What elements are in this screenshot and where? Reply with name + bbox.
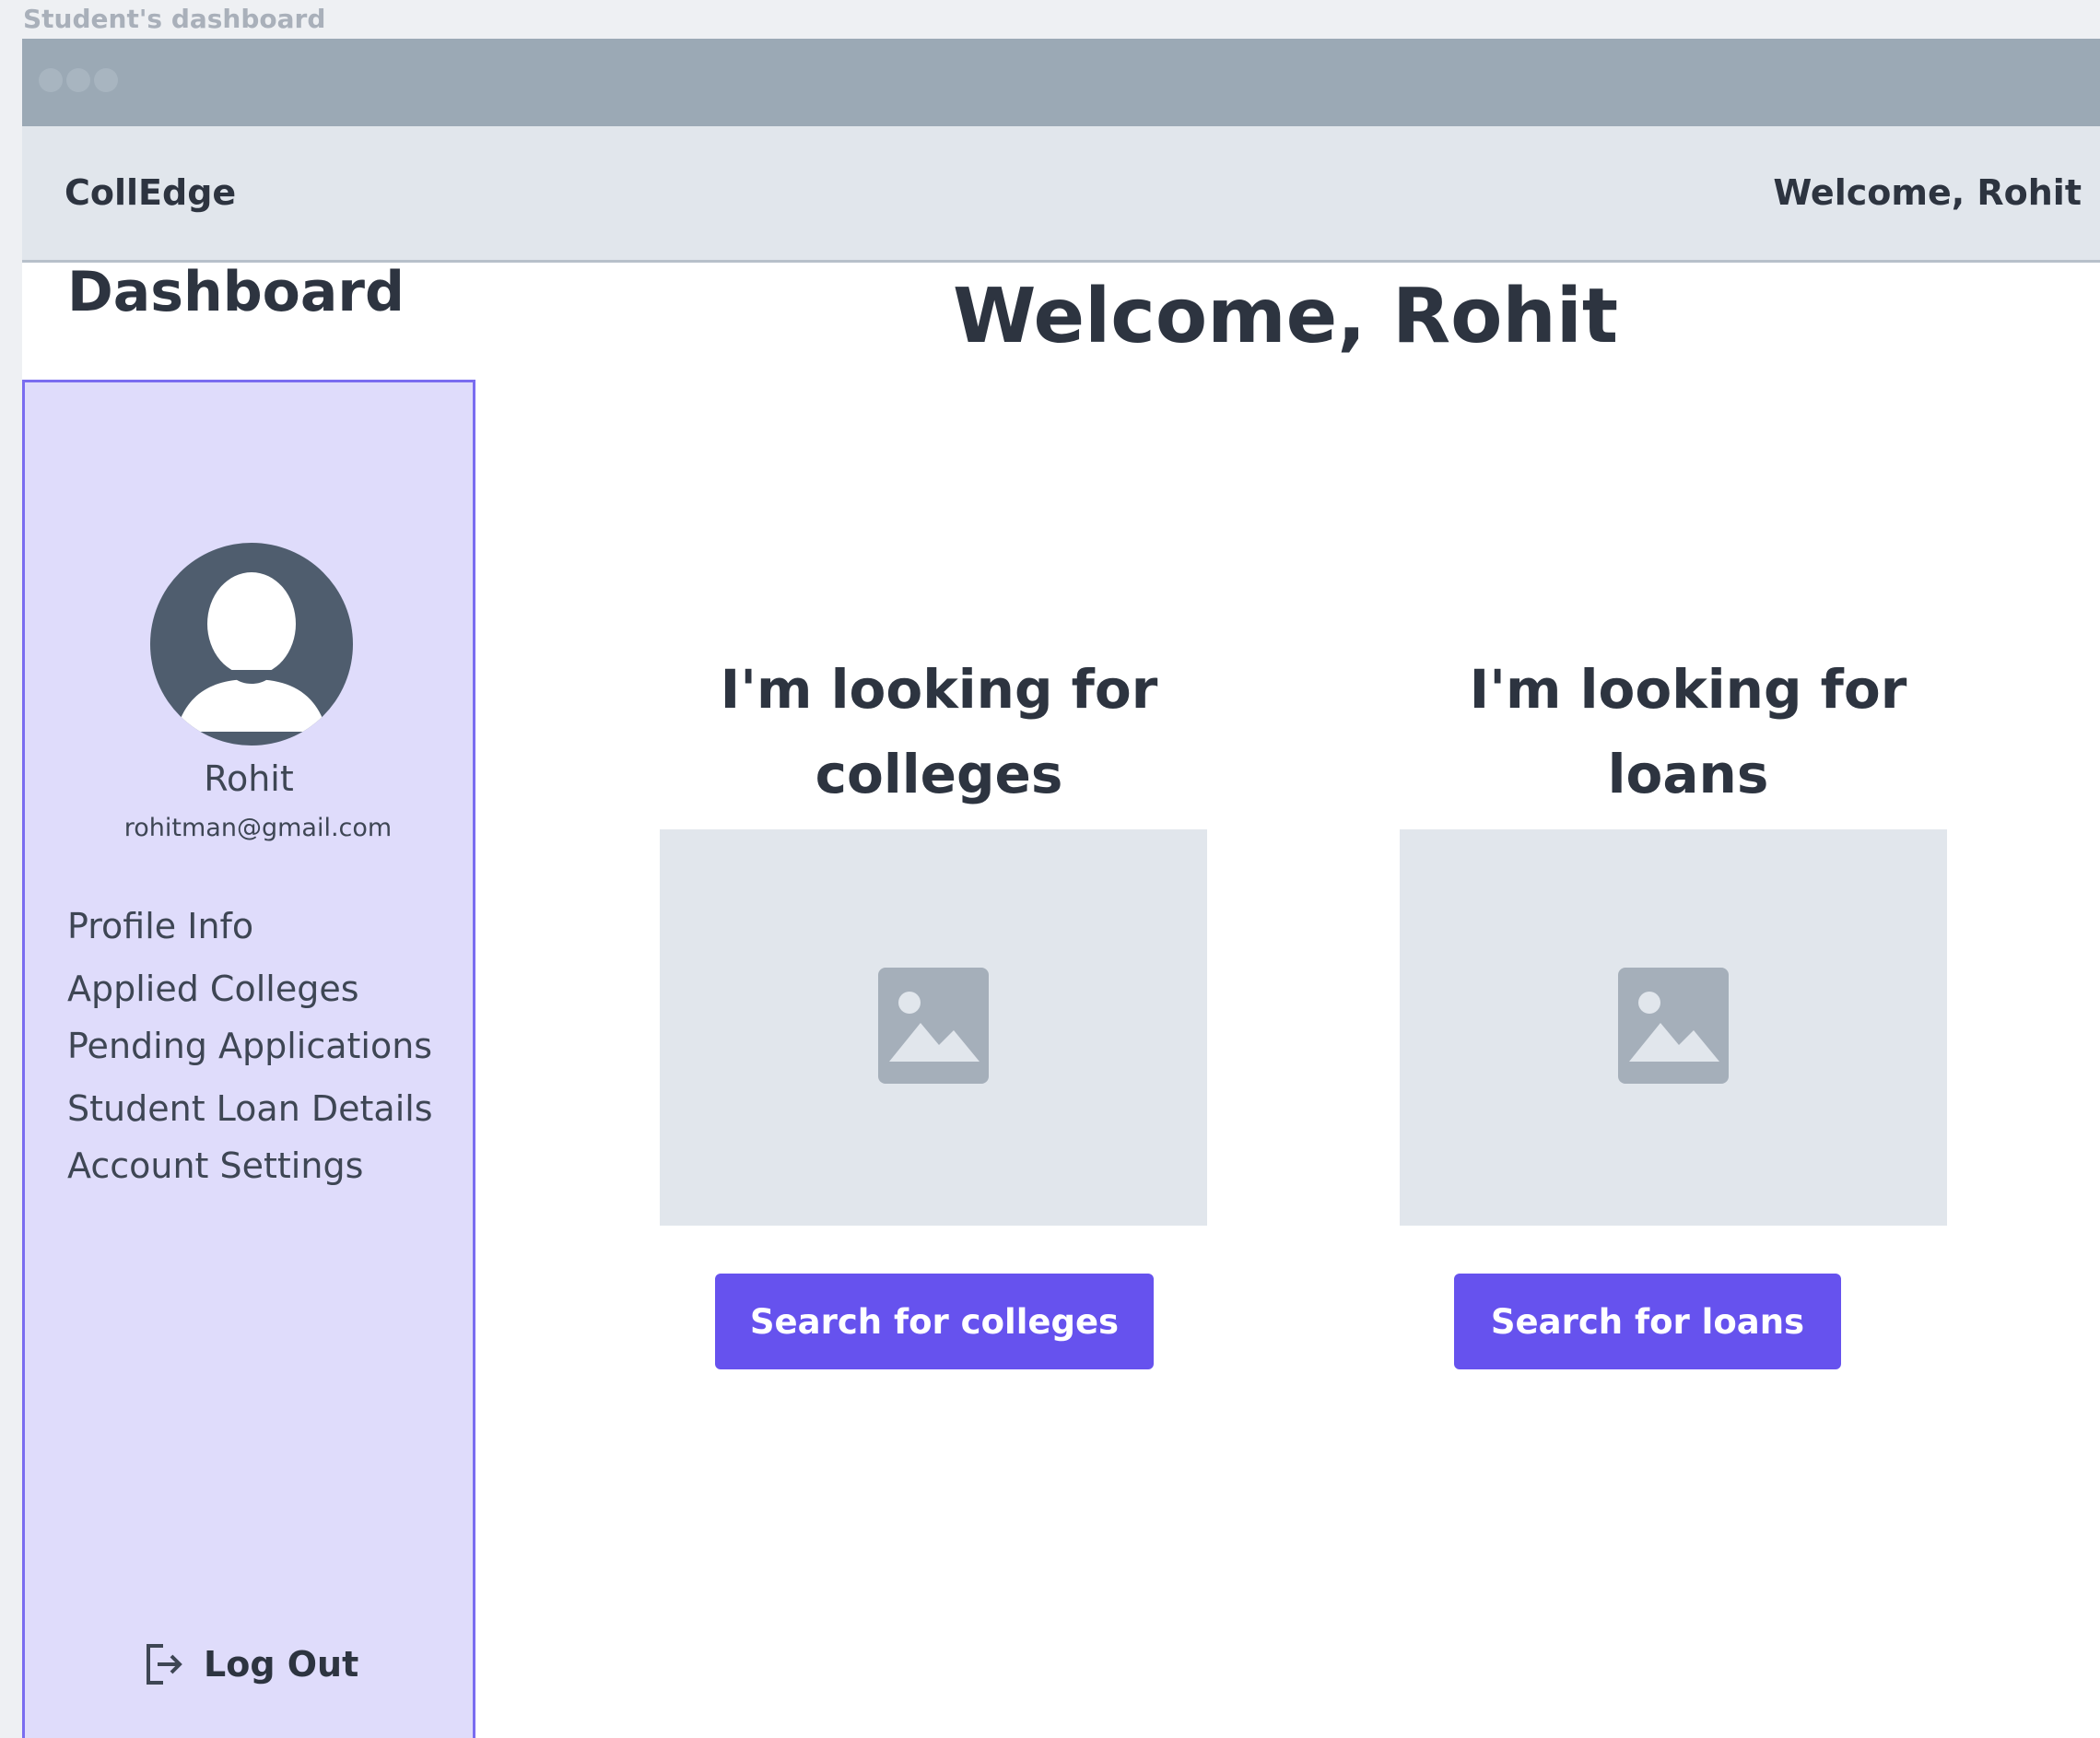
window-close-dot[interactable] [39,68,63,92]
image-placeholder-icon [878,968,989,1084]
logout-icon [147,1644,182,1685]
search-colleges-button[interactable]: Search for colleges [715,1274,1154,1369]
logout-button[interactable]: Log Out [143,1640,358,1688]
sidebar-item-profile-info[interactable]: Profile Info [67,906,253,946]
image-placeholder-icon [1618,968,1729,1084]
frame-label: Student's dashboard [23,4,326,34]
user-avatar-icon [176,572,327,732]
window-maximize-dot[interactable] [94,68,118,92]
sidebar: Rohit rohitman@gmail.com Profile Info Ap… [22,380,475,1738]
colleges-card-heading-line2: colleges [815,743,1063,805]
dashboard-title: Dashboard [67,260,405,324]
colleges-image-placeholder [660,829,1207,1226]
window-titlebar [22,39,2100,126]
header-welcome: Welcome, Rohit [1773,172,2082,213]
app-header: CollEdge Welcome, Rohit [22,126,2100,263]
loans-card-heading-line1: I'm looking for [1469,658,1907,721]
loans-image-placeholder [1400,829,1947,1226]
sidebar-item-student-loan-details[interactable]: Student Loan Details [67,1088,433,1129]
avatar [150,543,353,746]
sidebar-item-applied-colleges[interactable]: Applied Colleges [67,969,359,1009]
search-loans-button[interactable]: Search for loans [1454,1274,1841,1369]
loans-card-heading-line2: loans [1607,743,1769,805]
logout-label: Log Out [204,1644,359,1685]
loans-card-heading: I'm looking for loans [1412,647,1965,816]
colleges-card-heading: I'm looking for colleges [663,647,1215,816]
brand-logo[interactable]: CollEdge [65,172,236,213]
colleges-card-heading-line1: I'm looking for [720,658,1158,721]
sidebar-item-pending-applications[interactable]: Pending Applications [67,1026,432,1066]
window-minimize-dot[interactable] [66,68,90,92]
user-email: rohitman@gmail.com [123,814,393,842]
user-name: Rohit [204,758,294,799]
page-title: Welcome, Rohit [953,273,1619,360]
browser-window: CollEdge Welcome, Rohit Dashboard Rohit … [22,39,2100,1738]
sidebar-item-account-settings[interactable]: Account Settings [67,1145,363,1186]
